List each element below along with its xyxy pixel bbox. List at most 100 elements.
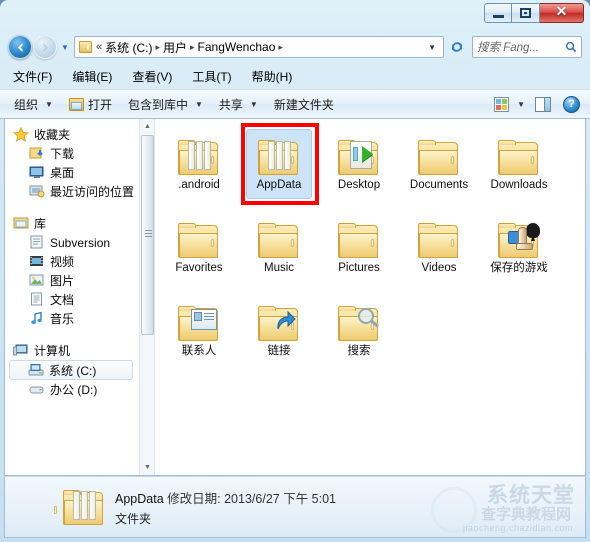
videos-icon — [29, 254, 45, 269]
close-button[interactable]: ✕ — [540, 3, 584, 23]
file-item-videos[interactable]: Videos — [399, 210, 479, 293]
sidebar-group-computer[interactable]: 计算机 — [5, 341, 139, 360]
address-dropdown-button[interactable]: ▼ — [423, 43, 441, 52]
help-button[interactable]: ? — [563, 95, 580, 113]
back-arrow-icon — [17, 42, 22, 52]
scroll-up-button[interactable]: ▲ — [140, 119, 154, 134]
file-item-downloads[interactable]: Downloads — [479, 127, 559, 210]
sidebar-item-subversion[interactable]: Subversion — [5, 233, 139, 252]
breadcrumb-separator[interactable]: ▸ — [278, 42, 283, 53]
file-item-music[interactable]: Music — [239, 210, 319, 293]
breadcrumb: « 系统 (C:) ▸ 用户 ▸ FangWenchao ▸ — [96, 39, 423, 56]
file-item-android[interactable]: .android — [159, 127, 239, 210]
minimize-icon — [492, 14, 504, 18]
music-note-icon — [29, 311, 45, 326]
history-dropdown-button[interactable]: ▼ — [58, 43, 72, 52]
close-icon: ✕ — [555, 5, 568, 20]
file-item-label: Documents — [409, 179, 469, 191]
search-box[interactable]: 搜索 Fang... — [472, 36, 582, 58]
sidebar-item-downloads-label: 下载 — [50, 147, 75, 161]
view-dropdown-button[interactable]: ▼ — [514, 100, 533, 109]
new-folder-button[interactable]: 新建文件夹 — [266, 93, 342, 115]
chevron-down-icon: ▼ — [45, 99, 53, 109]
include-in-library-button[interactable]: 包含到库中 ▼ — [120, 93, 211, 115]
scrollbar-thumb[interactable] — [141, 135, 154, 335]
open-label: 打开 — [87, 97, 112, 112]
sidebar-item-system-c[interactable]: 系统 (C:) — [9, 360, 133, 380]
folder-documents-icon — [258, 131, 300, 176]
drive-icon — [29, 382, 45, 397]
folder-desktop-icon — [338, 131, 380, 176]
sidebar-group-libraries[interactable]: 库 — [5, 214, 139, 233]
folder-icon — [79, 41, 92, 53]
sidebar-item-videos[interactable]: 视频 — [5, 252, 139, 271]
breadcrumb-item-1[interactable]: 用户 — [163, 39, 187, 56]
sidebar-item-desktop[interactable]: 桌面 — [5, 163, 139, 182]
breadcrumb-item-2[interactable]: FangWenchao — [198, 40, 276, 54]
status-text: AppData 修改日期: 2013/6/27 下午 5:01 文件夹 — [115, 488, 336, 527]
menu-item-tools[interactable]: 工具(T) — [189, 66, 234, 87]
file-item-saved-games[interactable]: 保存的游戏 — [479, 210, 559, 293]
file-item-pictures[interactable]: Pictures — [319, 210, 399, 293]
file-item-documents[interactable]: Documents — [399, 127, 479, 210]
search-input[interactable]: 搜索 Fang... — [477, 39, 565, 55]
file-item-links[interactable]: 链接 — [239, 293, 319, 376]
sidebar-item-recent-places[interactable]: 最近访问的位置 — [5, 182, 139, 201]
back-button[interactable] — [8, 35, 32, 59]
folder-icon — [258, 214, 300, 259]
menu-item-file[interactable]: 文件(F) — [10, 66, 55, 87]
file-item-appdata[interactable]: AppData — [239, 123, 319, 210]
open-button[interactable]: 打开 — [61, 93, 120, 115]
link-arrow-icon — [274, 308, 296, 335]
menu-item-help[interactable]: 帮助(H) — [249, 66, 296, 87]
scrollbar-grip-icon — [145, 228, 152, 239]
organize-label: 组织 — [14, 97, 39, 112]
file-item-desktop[interactable]: Desktop — [319, 127, 399, 210]
sidebar-item-documents-label: 文档 — [50, 293, 75, 307]
sidebar-item-videos-label: 视频 — [50, 255, 75, 269]
forward-button[interactable] — [33, 35, 57, 59]
status-folder-icon — [54, 490, 103, 525]
view-mode-icon[interactable] — [494, 96, 510, 112]
recent-places-icon — [29, 184, 45, 199]
file-item-contacts[interactable]: 联系人 — [159, 293, 239, 376]
minimize-button[interactable] — [484, 3, 512, 23]
sidebar-item-documents[interactable]: 文档 — [5, 290, 139, 309]
file-item-favorites[interactable]: Favorites — [159, 210, 239, 293]
share-button[interactable]: 共享 ▼ — [211, 93, 266, 115]
breadcrumb-separator[interactable]: ▸ — [155, 42, 160, 53]
scroll-down-button[interactable]: ▼ — [140, 460, 154, 475]
menu-item-view[interactable]: 查看(V) — [129, 66, 175, 87]
refresh-button[interactable] — [446, 36, 468, 58]
preview-pane-button[interactable] — [535, 96, 551, 112]
chevron-down-icon: ▼ — [194, 99, 203, 109]
status-item-type: 文件夹 — [115, 511, 152, 526]
breadcrumb-separator[interactable]: ▸ — [190, 42, 195, 53]
menu-item-edit[interactable]: 编辑(E) — [69, 66, 115, 87]
file-item-label: Downloads — [490, 179, 548, 191]
share-label: 共享 — [218, 97, 243, 112]
sidebar-group-favorites[interactable]: 收藏夹 — [5, 125, 139, 144]
sidebar-item-music[interactable]: 音乐 — [5, 309, 139, 328]
window-controls: ✕ — [484, 3, 584, 23]
explorer-window: ✕ ▼ « 系统 (C:) ▸ 用户 ▸ FangWenchao ▸ ▼ 搜索 … — [0, 0, 590, 542]
folder-icon — [338, 214, 380, 259]
sidebar-item-downloads[interactable]: 下载 — [5, 144, 139, 163]
include-in-library-label: 包含到库中 — [127, 97, 188, 112]
details-pane: AppData 修改日期: 2013/6/27 下午 5:01 文件夹 系统天堂… — [4, 476, 586, 538]
file-item-searches[interactable]: 搜索 — [319, 293, 399, 376]
star-icon — [13, 126, 29, 142]
file-list-pane[interactable]: .android AppData Desktop Documents Downl… — [155, 119, 585, 475]
sidebar-item-office-d[interactable]: 办公 (D:) — [5, 380, 139, 399]
sidebar-scrollbar[interactable]: ▲ ▼ — [139, 119, 154, 475]
breadcrumb-item-0[interactable]: 系统 (C:) — [105, 39, 152, 56]
breadcrumb-bar[interactable]: « 系统 (C:) ▸ 用户 ▸ FangWenchao ▸ ▼ — [74, 36, 444, 58]
library-icon — [68, 97, 84, 111]
address-bar: ▼ « 系统 (C:) ▸ 用户 ▸ FangWenchao ▸ ▼ 搜索 Fa… — [0, 30, 590, 64]
organize-button[interactable]: 组织 ▼ — [6, 93, 61, 115]
file-item-label: Videos — [421, 262, 457, 274]
breadcrumb-overflow-chevron[interactable]: « — [96, 41, 102, 53]
sidebar-item-pictures[interactable]: 图片 — [5, 271, 139, 290]
maximize-button[interactable] — [512, 3, 540, 23]
folder-icon — [498, 131, 540, 176]
